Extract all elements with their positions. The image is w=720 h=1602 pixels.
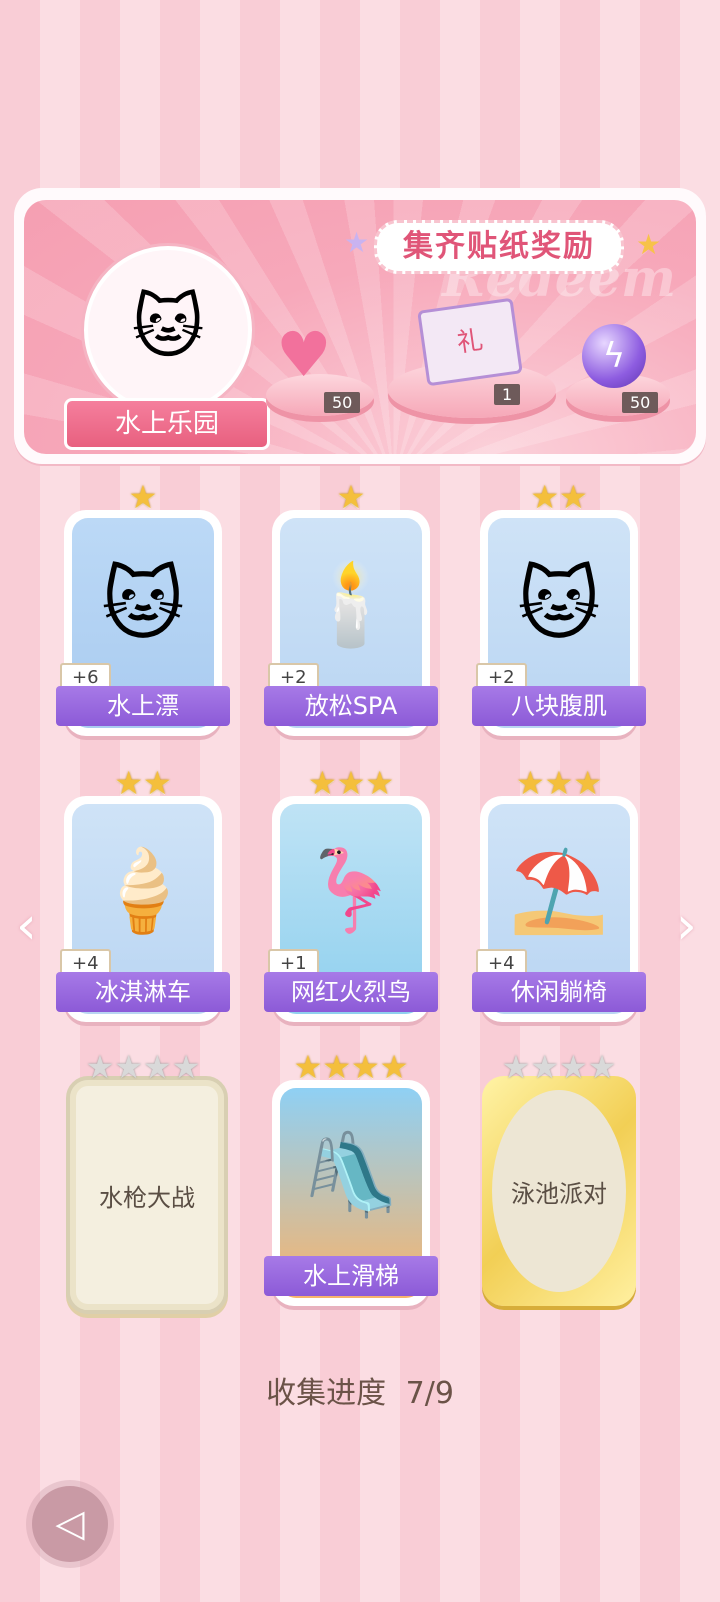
gold-star-icon: ★ — [336, 478, 366, 516]
yellow-star-icon: ★ — [636, 228, 662, 261]
card-label: 水上漂 — [56, 686, 230, 726]
sticker-card[interactable]: ★★★★ 🛝 水上滑梯 — [264, 1050, 438, 1306]
star-rating: ★★★★ — [474, 1050, 644, 1084]
gold-star-icon: ★ — [114, 764, 143, 802]
sticker-card[interactable]: ★★★★ 泳池派对 — [474, 1050, 644, 1306]
gold-star-icon: ★ — [573, 764, 603, 802]
card-frame: 🍦 +4 冰淇淋车 — [56, 796, 230, 1022]
star-rating: ★★ — [474, 480, 644, 514]
card-label: 冰淇淋车 — [56, 972, 230, 1012]
grey-star-icon: ★ — [587, 1048, 617, 1086]
ice-cream-truck-icon: 🍦 — [93, 844, 193, 937]
back-button[interactable]: ◁ — [32, 1486, 108, 1562]
sticker-card[interactable]: ★★ 🐱 +2 八块腹肌 — [472, 480, 646, 736]
progress-label: 收集进度 — [266, 1376, 387, 1411]
cat-swim-ring-icon: 🐱 — [131, 286, 205, 368]
card-label: 网红火烈鸟 — [264, 972, 438, 1012]
grey-star-icon: ★ — [530, 1048, 559, 1086]
grey-star-icon: ★ — [559, 1048, 588, 1086]
card-frame: 🛝 水上滑梯 — [264, 1080, 438, 1306]
star-rating: ★ — [266, 480, 436, 514]
reward-count-3: 50 — [622, 392, 659, 413]
gold-star-icon: ★ — [365, 764, 395, 802]
grey-star-icon: ★ — [143, 1048, 172, 1086]
card-frame: 🐱 +6 水上漂 — [56, 510, 230, 736]
card-label: 八块腹肌 — [472, 686, 646, 726]
card-frame: ⛱️ +4 休闲躺椅 — [472, 796, 646, 1022]
gold-star-icon: ★ — [351, 1048, 380, 1086]
star-rating: ★★★ — [266, 766, 436, 800]
card-label: 水上滑梯 — [264, 1256, 438, 1296]
sticker-card[interactable]: ★ 🕯️ +2 放松SPA — [264, 480, 438, 736]
locked-card: 水枪大战 — [66, 1076, 228, 1314]
card-frame: 🦩 +1 网红火烈鸟 — [264, 796, 438, 1022]
sticker-card[interactable]: ★★★★ 水枪大战 — [58, 1050, 228, 1314]
grey-star-icon: ★ — [171, 1048, 201, 1086]
reward-count-1: 50 — [324, 392, 361, 413]
gold-star-icon: ★ — [143, 764, 172, 802]
card-label: 泳池派对 — [511, 1179, 607, 1208]
gold-star-icon: ★ — [379, 1048, 409, 1086]
back-arrow-icon: ◁ — [55, 1501, 85, 1545]
beach-chair-icon: ⛱️ — [509, 844, 609, 937]
redeem-banner: Redeem ★ 集齐贴纸奖励 ★ 🐱 水上乐园 ♥ 50 礼 1 ϟ 50 — [14, 188, 706, 464]
progress-value: 7/9 — [405, 1376, 454, 1411]
sticker-card[interactable]: ★ 🐱 +6 水上漂 — [56, 480, 230, 736]
star-rating: ★ — [58, 480, 228, 514]
star-rating: ★★★★ — [266, 1050, 436, 1084]
gold-star-icon: ★ — [293, 1048, 323, 1086]
gift-box-icon[interactable]: 礼 — [417, 297, 523, 387]
reward-count-2: 1 — [494, 384, 521, 405]
gold-star-icon: ★ — [544, 764, 574, 802]
card-label: 休闲躺椅 — [472, 972, 646, 1012]
locked-gold-card: 泳池派对 — [482, 1076, 636, 1306]
pink-heart-gem-icon[interactable]: ♥ — [276, 318, 332, 391]
muscle-cat-icon: 🐱 — [517, 558, 601, 651]
prev-arrow-icon[interactable]: ‹ — [16, 896, 37, 956]
next-arrow-icon[interactable]: › — [676, 896, 697, 956]
card-oval: 泳池派对 — [492, 1090, 626, 1292]
star-rating: ★★★ — [474, 766, 644, 800]
card-frame: 🕯️ +2 放松SPA — [264, 510, 438, 736]
gold-star-icon: ★ — [559, 478, 588, 516]
gold-star-icon: ★ — [515, 764, 545, 802]
flamingo-float-icon: 🦩 — [301, 844, 401, 937]
card-label: 放松SPA — [264, 686, 438, 726]
gold-star-icon: ★ — [128, 478, 158, 516]
gold-star-icon: ★ — [322, 1048, 351, 1086]
purple-star-icon: ★ — [344, 226, 370, 259]
cat-swim-ring-icon: 🐱 — [101, 558, 185, 651]
grey-star-icon: ★ — [501, 1048, 531, 1086]
lightning-orb-icon[interactable]: ϟ — [582, 324, 646, 388]
card-label: 水枪大战 — [99, 1183, 195, 1212]
theme-label: 水上乐园 — [64, 398, 270, 450]
theme-avatar: 🐱 — [84, 246, 252, 414]
star-rating: ★★★★ — [58, 1050, 228, 1084]
sticker-card[interactable]: ★★ 🍦 +4 冰淇淋车 — [56, 766, 230, 1022]
gold-star-icon: ★ — [336, 764, 366, 802]
sticker-card[interactable]: ★★★ 🦩 +1 网红火烈鸟 — [264, 766, 438, 1022]
star-rating: ★★ — [58, 766, 228, 800]
sticker-card[interactable]: ★★★ ⛱️ +4 休闲躺椅 — [472, 766, 646, 1022]
aroma-diffuser-icon: 🕯️ — [301, 558, 401, 651]
grey-star-icon: ★ — [114, 1048, 143, 1086]
grey-star-icon: ★ — [85, 1048, 115, 1086]
gold-star-icon: ★ — [307, 764, 337, 802]
card-frame: 🐱 +2 八块腹肌 — [472, 510, 646, 736]
banner-title: 集齐贴纸奖励 — [374, 220, 624, 274]
collection-progress: 收集进度 7/9 — [0, 1368, 720, 1412]
banner-background: Redeem ★ 集齐贴纸奖励 ★ 🐱 水上乐园 ♥ 50 礼 1 ϟ 50 — [24, 200, 696, 454]
gold-star-icon: ★ — [530, 478, 559, 516]
water-slide-girl-icon: 🛝 — [301, 1128, 401, 1221]
